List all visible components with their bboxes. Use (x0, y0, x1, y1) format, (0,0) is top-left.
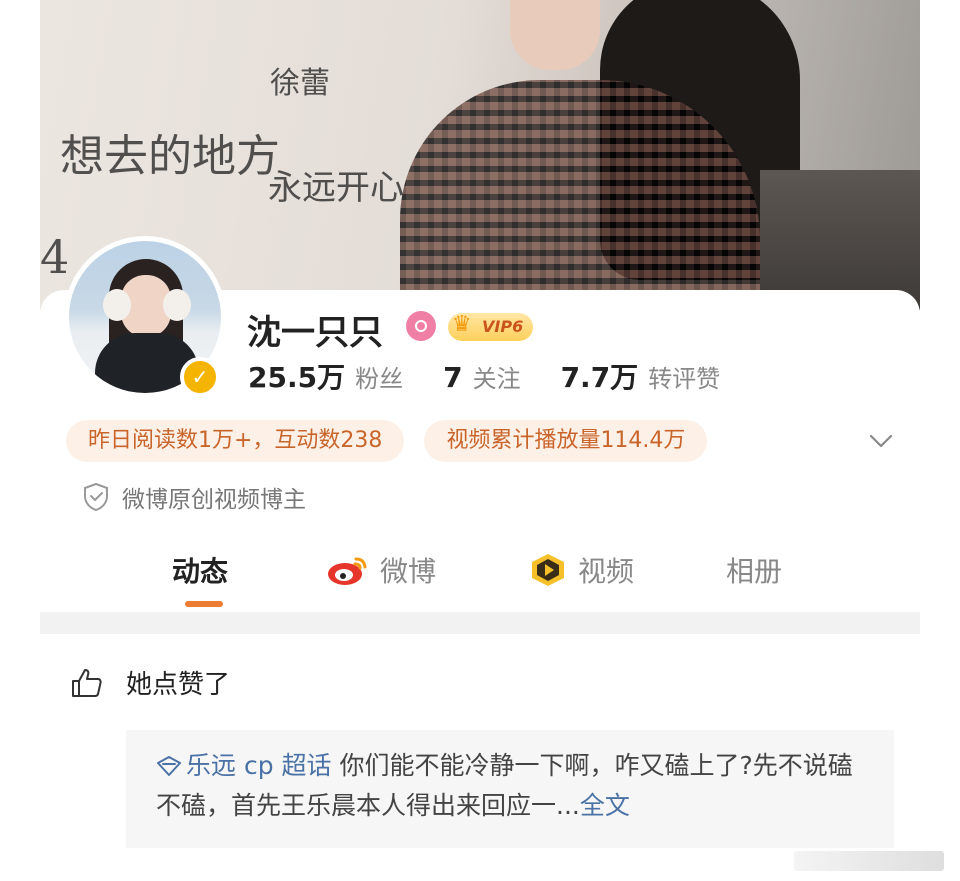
tab-album[interactable]: 相册 (726, 540, 782, 600)
super-topic-link[interactable]: 乐远 cp 超话 (186, 751, 332, 780)
vip-badge[interactable]: ♛ VIP6 (448, 312, 534, 341)
liked-post-text: 乐远 cp 超话 你们能不能冷静一下啊，咋又磕上了?先不说磕不磕，首先王乐晨本人… (156, 751, 853, 820)
watermark (794, 851, 944, 871)
shield-check-icon (84, 482, 108, 512)
profile-tabs: 动态 微博 视频 相册 (40, 540, 920, 612)
stats-pills: 昨日阅读数1万+，互动数238 视频累计播放量114.4万 (66, 420, 708, 462)
interactions-stat[interactable]: 7.7万 转评赞 (561, 356, 721, 396)
super-topic-icon (157, 756, 181, 776)
tab-video[interactable]: 视频 (528, 540, 634, 600)
following-stat[interactable]: 7 关注 (443, 359, 520, 394)
tab-weibo[interactable]: 微博 (326, 540, 436, 600)
crown-icon: ♛ (452, 312, 472, 337)
activity-header: 她点赞了 (70, 664, 230, 701)
video-plays-pill[interactable]: 视频累计播放量114.4万 (424, 420, 708, 462)
tab-dynamics[interactable]: 动态 (172, 540, 228, 600)
profile-name: 沈一只只 (247, 313, 383, 353)
liked-post-card[interactable]: 乐远 cp 超话 你们能不能冷静一下啊，咋又磕上了?先不说磕不磕，首先王乐晨本人… (126, 730, 894, 848)
weibo-icon (328, 557, 367, 585)
thumbs-up-icon (72, 668, 102, 697)
active-tab-indicator (185, 601, 223, 607)
followers-stat[interactable]: 25.5万 粉丝 (248, 356, 403, 396)
creator-tag[interactable]: 微博原创视频博主 (82, 480, 306, 514)
read-more-link[interactable]: 全文 (580, 791, 630, 820)
verified-badge-icon: ✓ (180, 357, 220, 397)
video-icon (532, 554, 564, 586)
female-gender-icon (406, 311, 436, 341)
section-divider (40, 612, 920, 634)
reads-pill[interactable]: 昨日阅读数1万+，互动数238 (66, 420, 405, 462)
profile-stats: 25.5万 粉丝 7 关注 7.7万 转评赞 (248, 356, 760, 396)
chevron-down-icon[interactable] (868, 428, 894, 454)
